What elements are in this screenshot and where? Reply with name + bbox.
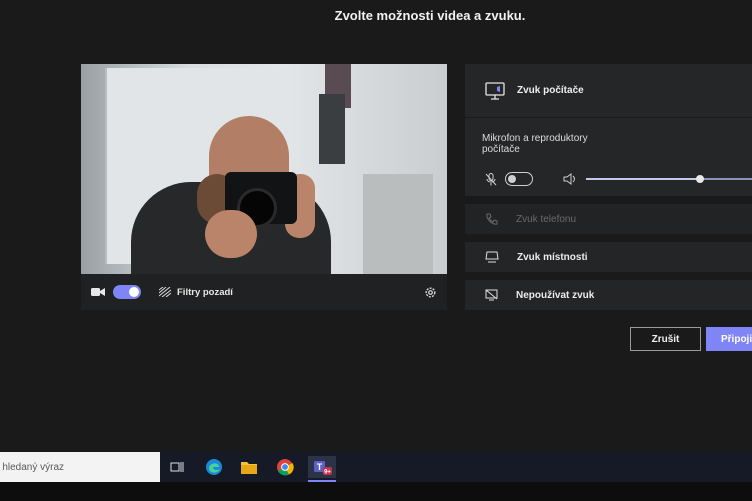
computer-audio-card[interactable]: Zvuk počítače Mikrofon a reproduktory po… — [465, 64, 752, 196]
video-toolbar: Filtry pozadí — [81, 274, 447, 310]
phone-audio-label: Zvuk telefonu — [516, 213, 577, 225]
background-filters-button[interactable]: Filtry pozadí — [159, 287, 233, 298]
microphone-toggle[interactable] — [505, 172, 533, 186]
no-audio-label: Nepoužívat zvuk — [516, 289, 595, 301]
room-audio-option[interactable]: Zvuk místnosti — [465, 242, 752, 272]
no-audio-icon — [485, 289, 498, 301]
phone-audio-option: Zvuk telefonu — [465, 204, 752, 234]
volume-slider[interactable] — [586, 175, 752, 183]
room-audio-label: Zvuk místnosti — [517, 251, 588, 263]
computer-audio-label: Zvuk počítače — [517, 85, 584, 96]
cancel-button[interactable]: Zrušit — [630, 327, 701, 351]
page-title: Zvolte možnosti videa a zvuku. — [334, 8, 526, 23]
svg-text:T: T — [317, 462, 323, 472]
computer-audio-icon — [485, 81, 505, 100]
taskbar-search-placeholder: e hledaný výraz — [0, 461, 65, 473]
taskbar: e hledaný výraz T 9+ — [0, 452, 752, 482]
background-filters-label: Filtry pozadí — [177, 286, 233, 298]
speaker-icon — [563, 173, 576, 185]
no-audio-option[interactable]: Nepoužívat zvuk — [465, 280, 752, 310]
chrome-icon[interactable] — [274, 456, 296, 478]
teams-icon[interactable]: T 9+ — [308, 456, 336, 478]
video-preview — [81, 64, 447, 274]
video-camera-icon — [91, 287, 105, 297]
volume-slider-knob[interactable] — [696, 175, 705, 183]
edge-icon[interactable] — [203, 456, 225, 478]
file-explorer-icon[interactable] — [238, 456, 260, 478]
room-audio-icon — [485, 251, 499, 263]
screen-bezel — [0, 482, 752, 501]
taskbar-search-input[interactable]: e hledaný výraz — [0, 452, 160, 482]
teams-badge: 9+ — [324, 470, 331, 476]
gear-icon[interactable] — [424, 286, 437, 299]
join-button[interactable]: Připoji — [706, 327, 752, 351]
phone-icon — [485, 213, 498, 226]
task-view-icon[interactable] — [166, 456, 188, 478]
mic-off-icon — [485, 172, 497, 186]
camera-toggle[interactable] — [113, 285, 141, 299]
audio-device-label: Mikrofon a reproduktory počítače — [482, 133, 588, 155]
background-filters-icon — [159, 287, 171, 297]
